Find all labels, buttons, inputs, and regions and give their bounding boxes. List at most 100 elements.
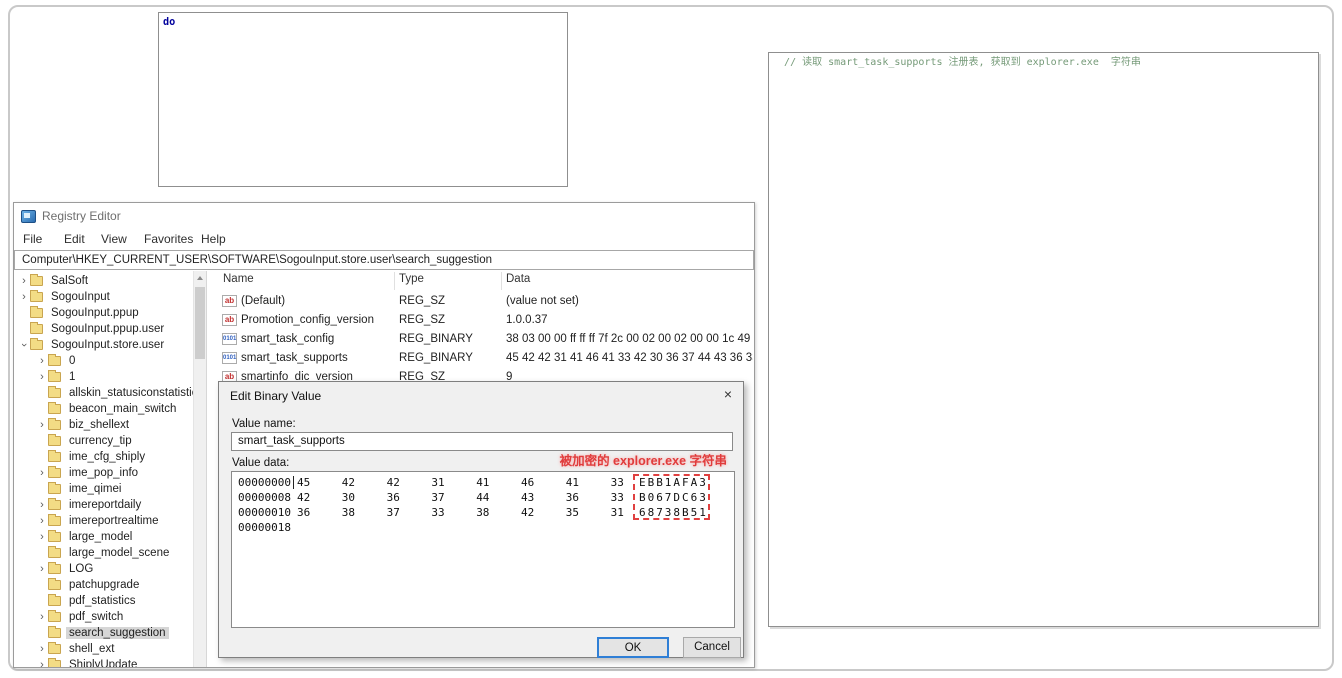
- hex-byte[interactable]: 42: [342, 475, 355, 490]
- ascii-char[interactable]: D: [673, 490, 680, 505]
- value-name-field[interactable]: smart_task_supports: [231, 432, 733, 451]
- value-row-smart_task_supports[interactable]: 0101 smart_task_supports REG_BINARY 45 42 4…: [208, 350, 754, 369]
- ascii-char[interactable]: 3: [665, 505, 672, 520]
- tree-item-label[interactable]: ime_pop_info: [66, 467, 141, 479]
- tree-item-label[interactable]: allskin_statusiconstatistics: [66, 387, 193, 399]
- hex-byte[interactable]: 36: [566, 490, 579, 505]
- hex-byte[interactable]: 31: [611, 505, 624, 520]
- tree-item-label[interactable]: biz_shellext: [66, 419, 132, 431]
- ascii-char[interactable]: 1: [699, 505, 706, 520]
- tree-item-ime_pop_info[interactable]: › ime_pop_info: [36, 465, 141, 481]
- ascii-char[interactable]: 8: [648, 505, 655, 520]
- address-bar[interactable]: Computer\HKEY_CURRENT_USER\SOFTWARE\Sogo…: [14, 250, 754, 270]
- ascii-char[interactable]: B: [648, 475, 655, 490]
- hex-byte[interactable]: 44: [476, 490, 489, 505]
- ascii-char[interactable]: 0: [648, 490, 655, 505]
- chevron-right-icon[interactable]: ›: [36, 612, 48, 623]
- hex-byte[interactable]: 36: [297, 505, 310, 520]
- tree-item-beacon_main_switch[interactable]: beacon_main_switch: [36, 401, 179, 417]
- column-header-type[interactable]: Type: [399, 273, 424, 285]
- value-row-smart_task_config[interactable]: 0101 smart_task_config REG_BINARY 38 03 00 …: [208, 331, 754, 350]
- ascii-char[interactable]: 6: [639, 505, 646, 520]
- hex-byte[interactable]: 42: [297, 490, 310, 505]
- column-header-data[interactable]: Data: [506, 273, 530, 285]
- ascii-char[interactable]: B: [682, 505, 689, 520]
- chevron-right-icon[interactable]: ›: [36, 372, 48, 383]
- ascii-char[interactable]: 6: [691, 490, 698, 505]
- hex-byte[interactable]: 41: [566, 475, 579, 490]
- column-separator[interactable]: [501, 272, 502, 290]
- tree-item-label[interactable]: imereportdaily: [66, 499, 144, 511]
- chevron-right-icon[interactable]: ›: [36, 660, 48, 668]
- tree-item-label[interactable]: search_suggestion: [66, 627, 169, 639]
- tree-item-SogouInput[interactable]: › SogouInput: [18, 289, 113, 305]
- ascii-char[interactable]: 3: [699, 490, 706, 505]
- tree-item-SogouInput.ppup.user[interactable]: SogouInput.ppup.user: [18, 321, 167, 337]
- chevron-right-icon[interactable]: ›: [18, 276, 30, 287]
- tree-item-label[interactable]: pdf_statistics: [66, 595, 138, 607]
- tree-item-imereportrealtime[interactable]: › imereportrealtime: [36, 513, 161, 529]
- tree-item-label[interactable]: SogouInput.ppup: [48, 307, 142, 319]
- chevron-right-icon[interactable]: ›: [36, 468, 48, 479]
- ascii-char[interactable]: 6: [656, 490, 663, 505]
- name-cell[interactable]: ab Promotion_config_version: [222, 314, 374, 326]
- chevron-right-icon[interactable]: ›: [36, 420, 48, 431]
- ascii-char[interactable]: 3: [699, 475, 706, 490]
- tree-item-ime_qimei[interactable]: ime_qimei: [36, 481, 124, 497]
- tree-item-ShiplyUpdate[interactable]: › ShiplyUpdate: [36, 657, 140, 667]
- hex-byte[interactable]: 36: [387, 490, 400, 505]
- tree-item-label[interactable]: patchupgrade: [66, 579, 142, 591]
- close-icon[interactable]: ×: [724, 387, 732, 401]
- hex-byte[interactable]: 38: [476, 505, 489, 520]
- menu-file[interactable]: File: [23, 232, 42, 246]
- tree-item-label[interactable]: SogouInput.store.user: [48, 339, 167, 351]
- menu-favorites[interactable]: Favorites: [144, 232, 193, 246]
- chevron-right-icon[interactable]: ›: [36, 564, 48, 575]
- tree-item-biz_shellext[interactable]: › biz_shellext: [36, 417, 132, 433]
- ascii-char[interactable]: A: [673, 475, 680, 490]
- scroll-up-arrow-icon[interactable]: [197, 276, 203, 280]
- hex-byte[interactable]: 37: [431, 490, 444, 505]
- hex-byte[interactable]: 42: [521, 505, 534, 520]
- tree-item-search_suggestion[interactable]: search_suggestion: [36, 625, 169, 641]
- hex-byte[interactable]: 38: [342, 505, 355, 520]
- tree-item-label[interactable]: imereportrealtime: [66, 515, 161, 527]
- ascii-char[interactable]: C: [682, 490, 689, 505]
- tree-item-pdf_switch[interactable]: › pdf_switch: [36, 609, 126, 625]
- hex-byte[interactable]: 33: [611, 475, 624, 490]
- hex-byte[interactable]: 33: [431, 505, 444, 520]
- tree-item-0[interactable]: › 0: [36, 353, 78, 369]
- menu-edit[interactable]: Edit: [64, 232, 85, 246]
- tree-item-pdf_statistics[interactable]: pdf_statistics: [36, 593, 138, 609]
- tree-item-label[interactable]: SogouInput.ppup.user: [48, 323, 167, 335]
- scrollbar-thumb[interactable]: [195, 287, 205, 359]
- tree-item-label[interactable]: 1: [66, 371, 78, 383]
- chevron-down-icon[interactable]: ›: [18, 339, 30, 351]
- hex-editor[interactable]: 00000000 45 42 42 31 41 46 41 33 E B B 1 A F A 3 00000008…: [231, 471, 735, 628]
- chevron-right-icon[interactable]: ›: [36, 532, 48, 543]
- hex-byte[interactable]: 30: [342, 490, 355, 505]
- menu-help[interactable]: Help: [201, 232, 226, 246]
- tree-item-label[interactable]: beacon_main_switch: [66, 403, 179, 415]
- tree-item-label[interactable]: currency_tip: [66, 435, 135, 447]
- tree-item-1[interactable]: › 1: [36, 369, 78, 385]
- ascii-char[interactable]: F: [682, 475, 689, 490]
- chevron-right-icon[interactable]: ›: [36, 644, 48, 655]
- chevron-right-icon[interactable]: ›: [36, 500, 48, 511]
- tree-item-patchupgrade[interactable]: patchupgrade: [36, 577, 142, 593]
- tree-item-LOG[interactable]: › LOG: [36, 561, 96, 577]
- tree-item-label[interactable]: pdf_switch: [66, 611, 126, 623]
- name-cell[interactable]: ab (Default): [222, 295, 285, 307]
- value-row-(Default)[interactable]: ab (Default) REG_SZ (value not set): [208, 293, 754, 312]
- tree-item-label[interactable]: 0: [66, 355, 78, 367]
- hex-byte[interactable]: 41: [476, 475, 489, 490]
- tree-item-large_model[interactable]: › large_model: [36, 529, 135, 545]
- ascii-char[interactable]: 7: [665, 490, 672, 505]
- column-header-name[interactable]: Name: [223, 273, 254, 285]
- tree-item-ime_cfg_shiply[interactable]: ime_cfg_shiply: [36, 449, 148, 465]
- hex-byte[interactable]: 43: [521, 490, 534, 505]
- tree-item-SogouInput.store.user[interactable]: › SogouInput.store.user: [18, 337, 167, 353]
- tree-item-label[interactable]: SogouInput: [48, 291, 113, 303]
- hex-byte[interactable]: 35: [566, 505, 579, 520]
- chevron-right-icon[interactable]: ›: [36, 356, 48, 367]
